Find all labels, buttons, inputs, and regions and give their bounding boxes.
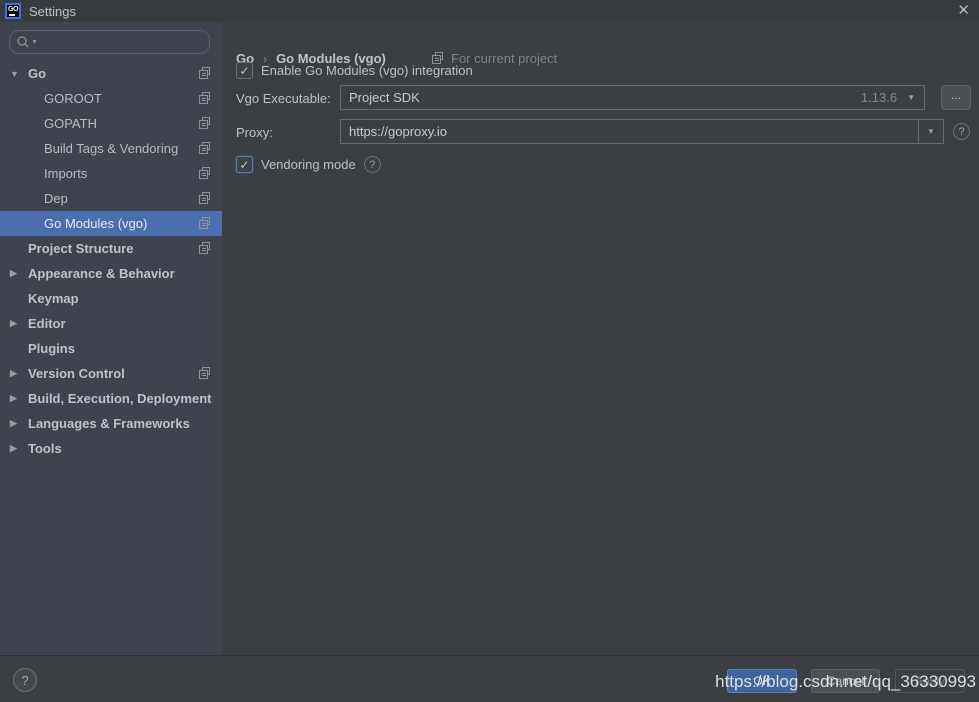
per-project-icon xyxy=(199,92,212,105)
per-project-icon xyxy=(199,217,212,230)
sidebar-item-label: Plugins xyxy=(28,341,75,356)
vgo-executable-label: Vgo Executable: xyxy=(236,91,331,106)
proxy-dropdown-button[interactable]: ▼ xyxy=(918,120,943,143)
settings-dialog: GO Settings ✕ ▼ ▼ Go GOROOT xyxy=(0,0,979,702)
chevron-right-icon[interactable]: ▶ xyxy=(10,318,28,329)
vgo-executable-value: Project SDK xyxy=(341,90,861,105)
vendoring-mode-checkbox[interactable]: ✓ xyxy=(236,156,253,173)
sidebar-item-build-tags-vendoring[interactable]: Build Tags & Vendoring xyxy=(0,136,222,161)
per-project-icon xyxy=(199,142,212,155)
per-project-icon xyxy=(199,192,212,205)
sidebar-item-imports[interactable]: Imports xyxy=(0,161,222,186)
enable-go-modules-checkbox[interactable]: ✓ xyxy=(236,62,253,79)
sidebar-item-label: Dep xyxy=(44,191,68,206)
proxy-combobox[interactable]: https://goproxy.io ▼ xyxy=(340,119,944,144)
vendoring-mode-label: Vendoring mode xyxy=(261,157,356,172)
sidebar-item-build-execution-deployment[interactable]: ▶ Build, Execution, Deployment xyxy=(0,386,222,411)
go-logo-dash xyxy=(9,14,15,16)
chevron-right-icon[interactable]: ▶ xyxy=(10,443,28,454)
sidebar-item-appearance-behavior[interactable]: ▶ Appearance & Behavior xyxy=(0,261,222,286)
settings-tree: ▼ Go GOROOT GOPATH Build Tags & Vendorin… xyxy=(0,61,222,461)
go-logo-icon: GO xyxy=(5,3,21,19)
sidebar-item-gopath[interactable]: GOPATH xyxy=(0,111,222,136)
dialog-footer: ? OK Cancel Apply xyxy=(0,655,979,702)
sidebar-item-editor[interactable]: ▶ Editor xyxy=(0,311,222,336)
chevron-down-icon[interactable]: ▼ xyxy=(10,69,28,79)
sidebar-item-label: Editor xyxy=(28,316,66,331)
search-filter-arrow-icon[interactable]: ▼ xyxy=(31,39,38,46)
chevron-right-icon[interactable]: ▶ xyxy=(10,393,28,404)
titlebar: GO Settings ✕ xyxy=(0,0,979,22)
sidebar-item-version-control[interactable]: ▶ Version Control xyxy=(0,361,222,386)
chevron-down-icon: ▼ xyxy=(927,127,935,136)
sidebar-item-label: Languages & Frameworks xyxy=(28,416,190,431)
sidebar-item-project-structure[interactable]: Project Structure xyxy=(0,236,222,261)
sidebar-item-label: Project Structure xyxy=(28,241,133,256)
help-button[interactable]: ? xyxy=(13,668,37,692)
sidebar-item-label: Go xyxy=(28,66,46,81)
close-icon[interactable]: ✕ xyxy=(957,1,970,21)
sidebar-item-label: Version Control xyxy=(28,366,125,381)
per-project-icon xyxy=(199,167,212,180)
browse-button[interactable]: ... xyxy=(941,85,971,110)
sidebar-item-dep[interactable]: Dep xyxy=(0,186,222,211)
sidebar-item-goroot[interactable]: GOROOT xyxy=(0,86,222,111)
window-title: Settings xyxy=(29,4,76,19)
search-icon[interactable]: ▼ xyxy=(16,35,38,49)
chevron-right-icon[interactable]: ▶ xyxy=(10,418,28,429)
vgo-executable-combobox[interactable]: Project SDK 1.13.6 ▼ xyxy=(340,85,925,110)
sidebar-item-label: Go Modules (vgo) xyxy=(44,216,147,231)
per-project-icon xyxy=(199,67,212,80)
settings-content-pane: Go › Go Modules (vgo) For current projec… xyxy=(222,22,979,655)
cancel-button[interactable]: Cancel xyxy=(811,669,880,693)
per-project-icon xyxy=(199,117,212,130)
sidebar-item-label: Imports xyxy=(44,166,87,181)
sidebar-item-plugins[interactable]: Plugins xyxy=(0,336,222,361)
sidebar-item-tools[interactable]: ▶ Tools xyxy=(0,436,222,461)
apply-button: Apply xyxy=(895,669,965,693)
vendoring-help-icon[interactable]: ? xyxy=(364,156,381,173)
enable-go-modules-row: ✓ Enable Go Modules (vgo) integration xyxy=(236,62,473,79)
sidebar-item-label: Build Tags & Vendoring xyxy=(44,141,178,156)
sidebar-item-go[interactable]: ▼ Go xyxy=(0,61,222,86)
sidebar-item-go-modules-vgo[interactable]: Go Modules (vgo) xyxy=(0,211,222,236)
ok-button[interactable]: OK xyxy=(727,669,797,693)
proxy-value: https://goproxy.io xyxy=(341,124,918,139)
sidebar-item-label: Build, Execution, Deployment xyxy=(28,391,211,406)
vendoring-mode-row: ✓ Vendoring mode ? xyxy=(236,156,381,173)
per-project-icon xyxy=(199,242,212,255)
sidebar-item-label: Keymap xyxy=(28,291,79,306)
sidebar-item-label: Tools xyxy=(28,441,62,456)
vgo-version: 1.13.6 xyxy=(861,90,897,105)
sidebar-item-label: GOROOT xyxy=(44,91,102,106)
settings-search-input[interactable] xyxy=(38,34,203,50)
search-box[interactable]: ▼ xyxy=(9,30,210,54)
sidebar-item-label: Appearance & Behavior xyxy=(28,266,175,281)
chevron-down-icon[interactable]: ▼ xyxy=(907,93,915,102)
settings-sidebar: ▼ ▼ Go GOROOT GOPATH Build Tags & xyxy=(0,22,222,655)
enable-go-modules-label: Enable Go Modules (vgo) integration xyxy=(261,63,473,78)
chevron-right-icon[interactable]: ▶ xyxy=(10,268,28,279)
sidebar-item-keymap[interactable]: Keymap xyxy=(0,286,222,311)
sidebar-item-label: GOPATH xyxy=(44,116,97,131)
per-project-icon xyxy=(199,367,212,380)
chevron-right-icon[interactable]: ▶ xyxy=(10,368,28,379)
proxy-label: Proxy: xyxy=(236,125,273,140)
proxy-help-icon[interactable]: ? xyxy=(953,123,970,140)
go-logo-text: GO xyxy=(8,6,18,13)
sidebar-item-languages-frameworks[interactable]: ▶ Languages & Frameworks xyxy=(0,411,222,436)
